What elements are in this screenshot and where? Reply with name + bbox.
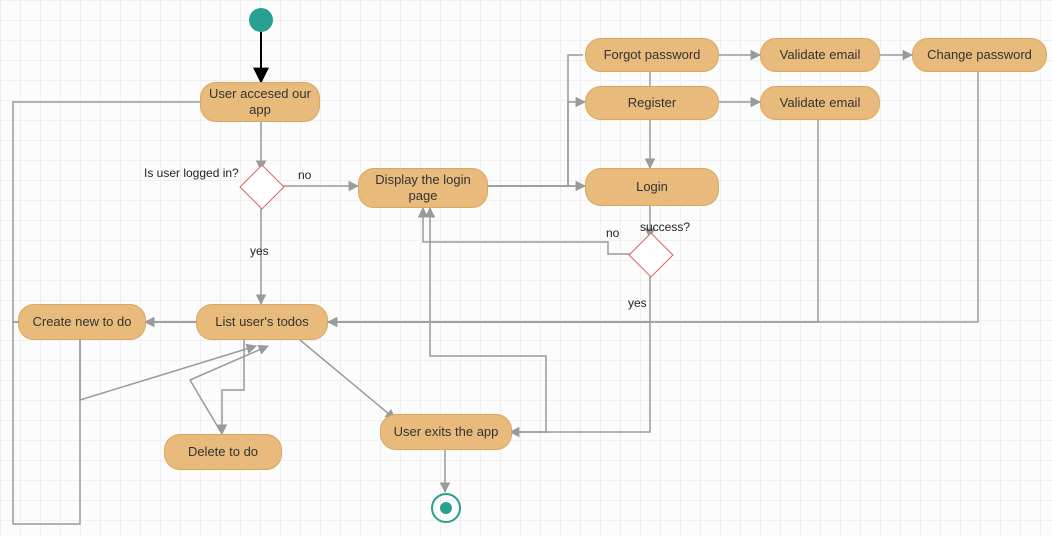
end-node[interactable] — [431, 493, 461, 523]
node-label: Register — [628, 95, 676, 111]
node-forgot-password[interactable]: Forgot password — [585, 38, 719, 72]
node-display-login[interactable]: Display the login page — [358, 168, 488, 208]
node-label: User exits the app — [394, 424, 499, 440]
node-login[interactable]: Login — [585, 168, 719, 206]
node-label: Display the login page — [367, 172, 479, 203]
end-node-inner — [440, 502, 452, 514]
node-label: Validate email — [780, 47, 861, 63]
node-label: Forgot password — [604, 47, 701, 63]
label-success: success? — [640, 220, 690, 234]
label-no-1: no — [298, 168, 311, 182]
node-label: List user's todos — [215, 314, 309, 330]
node-label: Create new to do — [32, 314, 131, 330]
node-label: Delete to do — [188, 444, 258, 460]
node-validate-email-2[interactable]: Validate email — [760, 86, 880, 120]
node-label: Validate email — [780, 95, 861, 111]
node-label: Login — [636, 179, 668, 195]
node-label: Change password — [927, 47, 1032, 63]
label-no-2: no — [606, 226, 619, 240]
start-node[interactable] — [249, 8, 273, 32]
node-label: User accesed our app — [209, 86, 311, 117]
node-delete-todo[interactable]: Delete to do — [164, 434, 282, 470]
node-user-accessed[interactable]: User accesed our app — [200, 82, 320, 122]
label-is-logged-in: Is user logged in? — [144, 166, 239, 180]
node-change-password[interactable]: Change password — [912, 38, 1047, 72]
node-register[interactable]: Register — [585, 86, 719, 120]
node-create-todo[interactable]: Create new to do — [18, 304, 146, 340]
node-user-exits[interactable]: User exits the app — [380, 414, 512, 450]
label-yes-2: yes — [628, 296, 647, 310]
label-yes-1: yes — [250, 244, 269, 258]
node-list-todos[interactable]: List user's todos — [196, 304, 328, 340]
canvas-grid — [0, 0, 1052, 536]
node-validate-email-1[interactable]: Validate email — [760, 38, 880, 72]
